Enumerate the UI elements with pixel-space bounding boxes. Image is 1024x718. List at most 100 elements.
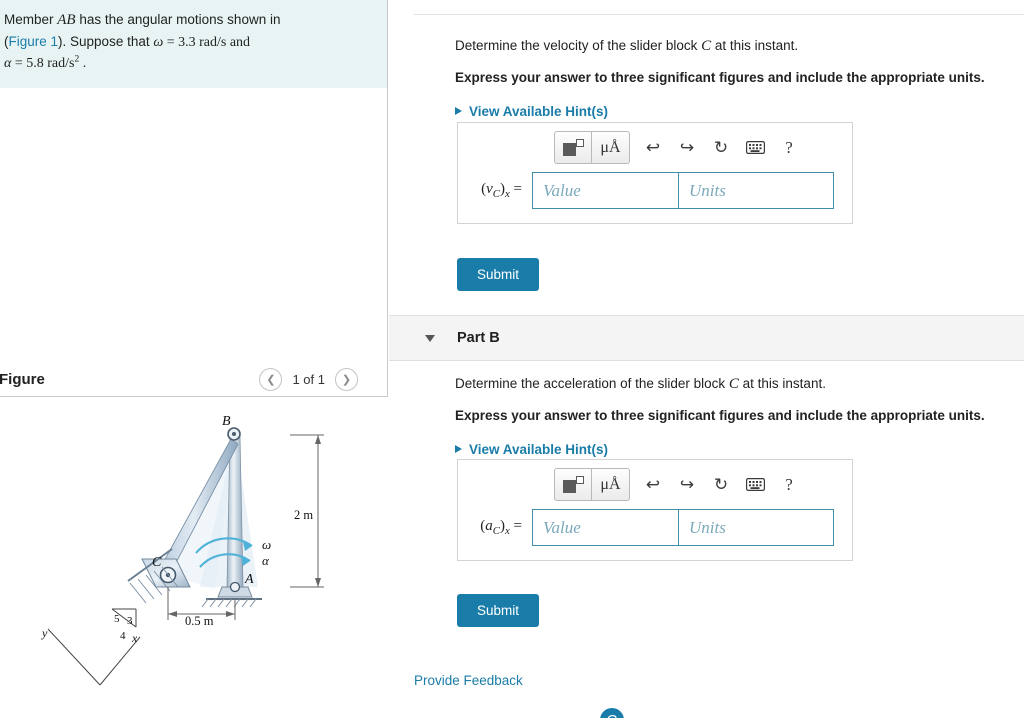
top-divider <box>414 14 1024 15</box>
lbl-var: v <box>486 181 493 197</box>
part-a-value-input[interactable]: Value <box>532 172 679 209</box>
mechanism-diagram-svg: B A C ω α 2 m 0.5 m 5 3 4 x y <box>41 414 324 686</box>
lbl-sub-b: C <box>492 525 500 537</box>
svg-text:C: C <box>152 555 162 570</box>
help-icon-label-b: ? <box>785 474 793 494</box>
problem-text-3: ). Suppose that <box>58 33 154 49</box>
help-icon[interactable]: ? <box>772 133 806 163</box>
part-b-toolbar: μÅ ↩ ↪ ↻ ? <box>458 460 852 509</box>
part-a-hints-toggle[interactable]: View Available Hint(s) <box>455 104 1015 119</box>
help-icon-b[interactable]: ? <box>772 470 806 500</box>
part-a-units-input[interactable]: Units <box>679 172 834 209</box>
figure-image: B A C ω α 2 m 0.5 m 5 3 4 x y <box>0 397 388 718</box>
part-b-prompt: Determine the acceleration of the slider… <box>455 373 1015 396</box>
svg-text:5: 5 <box>114 613 120 625</box>
part-b-value-input[interactable]: Value <box>532 509 679 546</box>
part-a-answer-label: (vC)x = <box>470 181 532 200</box>
units-icon-label: μÅ <box>600 138 621 156</box>
undo-icon[interactable]: ↩ <box>636 133 670 163</box>
figure-counter: 1 of 1 <box>292 371 325 387</box>
keyboard-icon-b[interactable] <box>738 470 772 500</box>
part-a-question: Determine the velocity of the slider blo… <box>455 35 1015 119</box>
reset-icon-b[interactable]: ↻ <box>704 470 738 500</box>
part-a-prompt-text: Determine the velocity of the slider blo… <box>455 38 702 53</box>
part-b-instruction: Express your answer to three significant… <box>455 407 985 423</box>
svg-text:0.5 m: 0.5 m <box>185 614 214 628</box>
omega-value: = 3.3 rad/s and <box>163 34 251 50</box>
svg-text:4: 4 <box>120 630 126 642</box>
part-b-submit-button[interactable]: Submit <box>457 594 540 627</box>
svg-text:2 m: 2 m <box>294 508 313 522</box>
svg-text:B: B <box>222 414 231 429</box>
right-panel: Determine the velocity of the slider blo… <box>389 0 1024 718</box>
lbl-eq: = <box>513 181 522 197</box>
lbl-var-b: a <box>485 518 493 534</box>
figure-1-link[interactable]: Figure 1 <box>9 34 59 49</box>
problem-text-2: has the angular motions shown in <box>75 12 281 27</box>
provide-feedback-link[interactable]: Provide Feedback <box>414 673 523 688</box>
part-b-question: Determine the acceleration of the slider… <box>455 373 1015 457</box>
part-b-header[interactable]: Part B <box>389 315 1024 361</box>
figure-prev-icon[interactable]: ❮ <box>259 367 283 391</box>
part-a-prompt-end: at this instant. <box>711 38 799 53</box>
svg-text:x: x <box>131 631 138 645</box>
part-b-hints-toggle[interactable]: View Available Hint(s) <box>455 442 1015 457</box>
member-ab-symbol: AB <box>57 12 76 28</box>
problem-statement: Member AB has the angular motions shown … <box>0 0 387 89</box>
part-b-hints-label: View Available Hint(s) <box>469 441 609 457</box>
figure-navigation: ❮ 1 of 1 ❯ <box>259 362 358 396</box>
svg-text:ω: ω <box>262 537 271 552</box>
omega-symbol: ω <box>153 34 164 50</box>
keyboard-glyph-b <box>745 478 765 491</box>
keyboard-icon[interactable] <box>738 133 772 163</box>
part-b-prompt-text: Determine the acceleration of the slider… <box>455 376 729 391</box>
chevron-down-icon <box>425 334 435 342</box>
math-template-icon-b[interactable] <box>554 468 592 501</box>
alpha-end: . <box>79 56 87 72</box>
figure-header: Figure ❮ 1 of 1 ❯ <box>0 362 388 396</box>
lbl-axis-b: x <box>504 525 510 537</box>
redo-icon-b[interactable]: ↪ <box>670 470 704 500</box>
units-icon-b[interactable]: μÅ <box>592 468 630 501</box>
part-b-input-row: (aC)x = Value Units <box>458 509 852 560</box>
part-a-prompt: Determine the velocity of the slider blo… <box>455 35 1015 58</box>
help-icon-label: ? <box>785 137 793 157</box>
problem-line-1: Member AB has the angular motions shown … <box>4 10 373 32</box>
lbl-sub: C <box>492 188 500 200</box>
svg-text:α: α <box>262 553 270 568</box>
svg-text:y: y <box>41 626 48 640</box>
lbl-eq-b: = <box>513 518 522 534</box>
problem-line-3: α = 5.8 rad/s2 . <box>4 53 373 74</box>
problem-line-2: (Figure 1). Suppose that ω = 3.3 rad/s a… <box>4 32 373 53</box>
svg-text:A: A <box>244 572 254 587</box>
part-a-toolbar: μÅ ↩ ↪ ↻ ? <box>458 123 852 172</box>
units-icon[interactable]: μÅ <box>592 131 630 164</box>
part-b-answer-label: (aC)x = <box>470 518 532 537</box>
alpha-value: = 5.8 rad/s <box>11 56 75 72</box>
math-template-icon[interactable] <box>554 131 592 164</box>
part-b-prompt-end: at this instant. <box>738 376 826 391</box>
part-a-answer-panel: μÅ ↩ ↪ ↻ ? (vC)x = Value Units <box>457 122 853 224</box>
problem-text-1: Member <box>4 12 58 27</box>
page-root: Member AB has the angular motions shown … <box>0 0 1024 718</box>
part-b-label: Part B <box>457 330 500 346</box>
part-a-input-row: (vC)x = Value Units <box>458 172 852 223</box>
lbl-axis: x <box>504 188 510 200</box>
part-a-submit-button[interactable]: Submit <box>457 258 540 291</box>
undo-icon-b[interactable]: ↩ <box>636 470 670 500</box>
keyboard-glyph <box>745 141 765 154</box>
part-a-block-symbol: C <box>701 38 712 54</box>
part-a-hints-label: View Available Hint(s) <box>469 103 609 119</box>
figure-title: Figure <box>0 370 45 388</box>
redo-icon[interactable]: ↪ <box>670 133 704 163</box>
part-b-block-symbol: C <box>728 376 739 392</box>
figure-next-icon[interactable]: ❯ <box>335 367 358 391</box>
units-icon-label-b: μÅ <box>600 475 621 493</box>
chevron-right-icon-b <box>455 445 462 454</box>
reset-icon[interactable]: ↻ <box>704 133 738 163</box>
svg-text:3: 3 <box>127 615 133 627</box>
part-b-units-input[interactable]: Units <box>679 509 834 546</box>
part-b-answer-panel: μÅ ↩ ↪ ↻ ? (aC)x = Value Units <box>457 459 853 561</box>
part-a-instruction: Express your answer to three significant… <box>455 69 985 85</box>
chevron-right-icon <box>455 107 462 116</box>
